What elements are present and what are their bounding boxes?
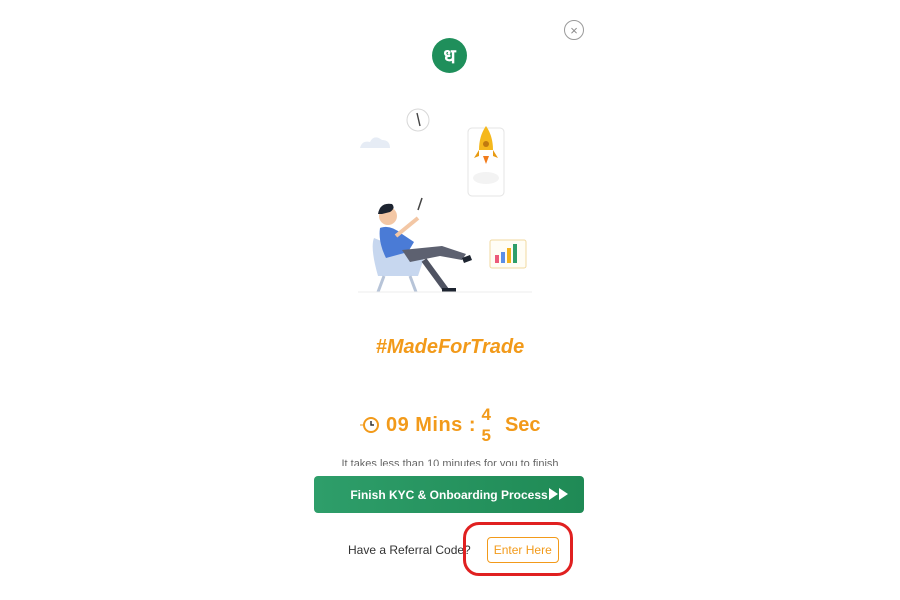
time-hint-text: It takes less than 10 minutes for you to…: [341, 458, 559, 466]
clock-icon: [360, 417, 379, 433]
close-button[interactable]: ×: [564, 20, 584, 40]
timer-minutes: 09: [386, 413, 410, 436]
timer-seconds-digit-1: 4: [481, 405, 491, 424]
timer-mins-label: Mins: [415, 413, 463, 436]
timer-seconds-digit-2: 5: [481, 426, 491, 445]
highlight-annotation: [463, 522, 573, 576]
timer-seconds: 4 5: [481, 404, 490, 446]
tagline: #MadeForTrade: [375, 336, 525, 358]
finish-kyc-button[interactable]: Finish KYC & Onboarding Process: [314, 476, 584, 513]
trader-illustration: [358, 108, 532, 293]
timer-separator: :: [468, 413, 476, 436]
close-icon: ×: [570, 22, 578, 38]
logo-glyph: ध: [443, 46, 456, 68]
app-logo: ध: [432, 38, 467, 73]
finish-kyc-label: Finish KYC & Onboarding Process: [350, 487, 548, 502]
referral-prompt: Have a Referral Code?: [348, 543, 471, 557]
countdown-timer: 09 Mins : 4 5 Sec: [360, 402, 541, 448]
fast-forward-icon: [549, 488, 568, 500]
timer-sec-label: Sec: [504, 413, 541, 436]
